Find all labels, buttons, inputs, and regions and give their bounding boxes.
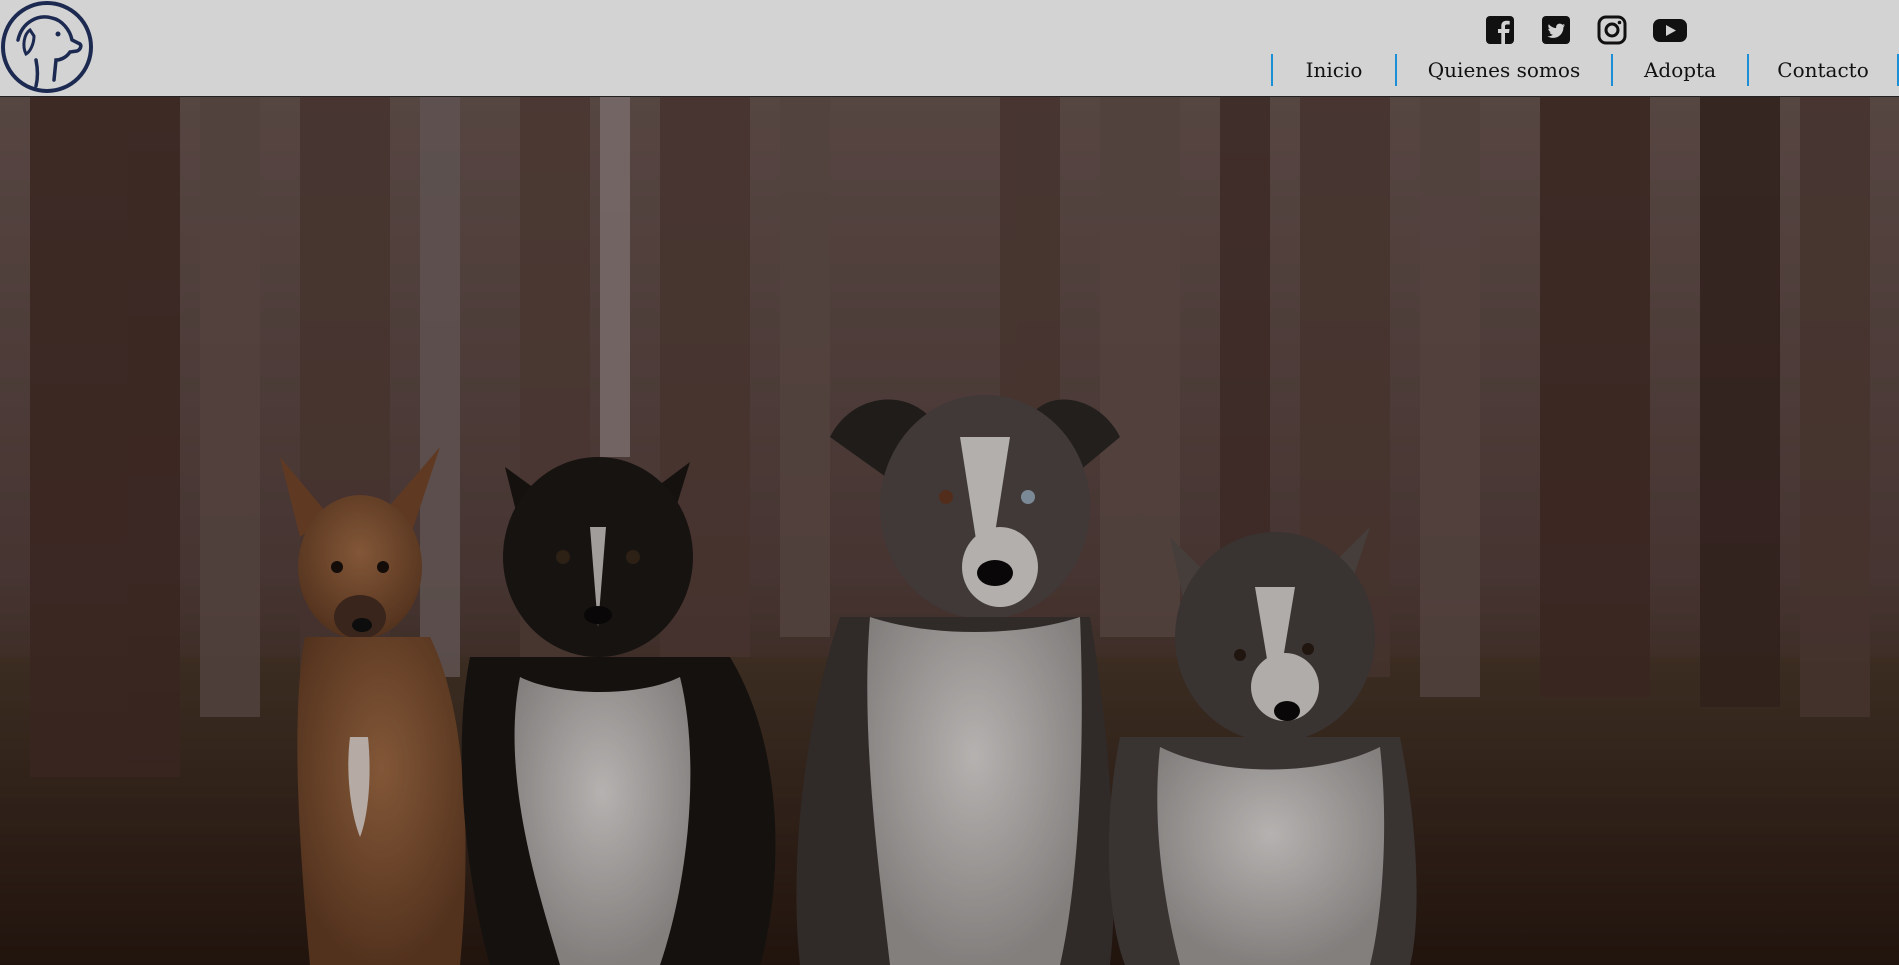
twitter-link[interactable] [1540,14,1572,46]
nav-item-adopta[interactable]: Adopta [1613,54,1747,86]
facebook-icon[interactable] [1484,14,1516,46]
main-nav: Inicio Quienes somos Adopta Contacto [1271,54,1899,86]
social-links [1484,14,1687,46]
instagram-link[interactable] [1596,14,1628,46]
facebook-link[interactable] [1484,14,1516,46]
nav-item-inicio[interactable]: Inicio [1273,54,1395,86]
nav-item-quienes-somos[interactable]: Quienes somos [1397,54,1611,86]
dogs-in-forest-photo [0,97,1899,965]
youtube-link[interactable] [1652,14,1687,46]
instagram-icon[interactable] [1596,14,1628,46]
youtube-icon[interactable] [1652,14,1688,46]
dog-logo-icon[interactable] [0,0,94,94]
site-header: Inicio Quienes somos Adopta Contacto [0,0,1899,97]
nav-item-contacto[interactable]: Contacto [1749,54,1897,86]
twitter-icon[interactable] [1540,14,1572,46]
hero-banner [0,97,1899,965]
